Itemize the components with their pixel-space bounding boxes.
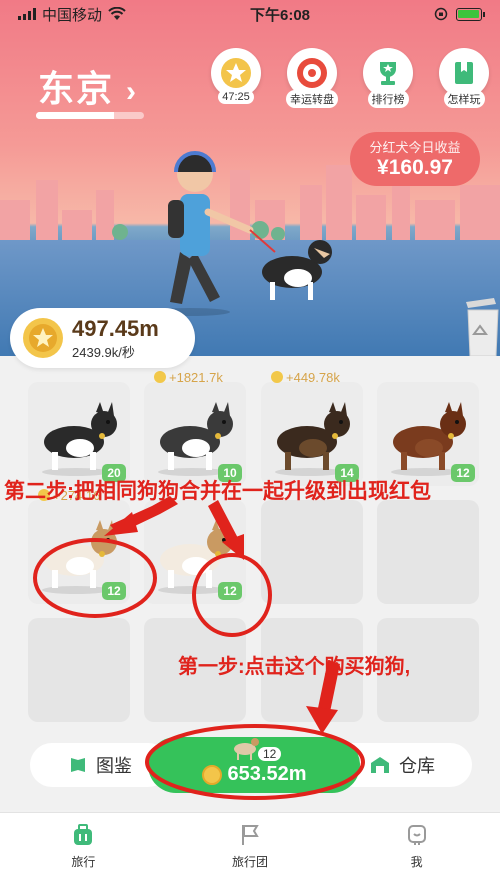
coin-icon xyxy=(23,318,63,358)
coin-total: 497.45m xyxy=(72,315,159,341)
catalog-label: 图鉴 xyxy=(96,756,132,776)
status-right xyxy=(434,7,485,21)
carrier-label: 中国移动 xyxy=(42,6,103,24)
buy-price: 653.52m xyxy=(148,763,360,786)
person-icon xyxy=(407,825,426,845)
hero-scene: 东京 › 47:25 幸运转盘 排行榜 怎样玩 分红犬今日收益 ¥160.97 xyxy=(0,0,500,360)
recycle-bin-icon[interactable] xyxy=(460,290,500,356)
greyhound-icon xyxy=(234,738,259,760)
buy-level-badge: 12 xyxy=(258,747,282,761)
earning-popup: +1821.7k xyxy=(154,370,223,385)
signal-icon xyxy=(18,8,36,20)
carrier-group: 中国移动 xyxy=(18,4,126,25)
earning-value: +1821.7k xyxy=(169,370,223,385)
coin-rate: 2439.9k/秒 xyxy=(72,344,135,360)
timer-label: 47:25 xyxy=(218,90,254,104)
city-progress-bar xyxy=(36,112,144,119)
lucky-wheel-label: 幸运转盘 xyxy=(286,90,338,108)
orientation-lock-icon xyxy=(434,7,448,21)
chevron-right-icon: › xyxy=(126,75,139,108)
leaderboard-label: 排行榜 xyxy=(367,90,409,108)
how-to-play-label: 怎样玩 xyxy=(443,90,485,108)
tab-me[interactable]: 我 xyxy=(333,813,500,877)
action-bar: 图鉴 仓库 12 653.52m xyxy=(0,735,500,797)
board-cell-collie[interactable]: 20 xyxy=(28,382,130,486)
city-progress-fill xyxy=(36,112,114,119)
coin-balance-card: 497.45m 2439.9k/秒 xyxy=(10,308,195,368)
status-bar: 中国移动 下午6:08 xyxy=(0,0,500,28)
walker-illustration xyxy=(150,151,332,316)
lucky-wheel-button[interactable]: 幸运转盘 xyxy=(284,48,340,108)
city-title[interactable]: 东京 › xyxy=(38,60,138,112)
tab-tour-group[interactable]: 旅行团 xyxy=(167,813,334,877)
dividend-amount: ¥160.97 xyxy=(377,156,453,179)
board-cell-empty[interactable] xyxy=(261,500,363,604)
board-cell-greyhound[interactable]: 12 +274.16 xyxy=(28,488,130,604)
flag-icon xyxy=(242,825,259,845)
timer-button[interactable]: 47:25 xyxy=(208,48,264,108)
leaderboard-button[interactable]: 排行榜 xyxy=(360,48,416,108)
level-badge: 12 xyxy=(218,582,242,600)
buy-price-value: 653.52m xyxy=(227,763,307,785)
board-cell-husky[interactable]: 10 +1821.7k xyxy=(144,370,246,486)
level-badge: 12 xyxy=(451,464,475,482)
coin-icon xyxy=(201,764,222,785)
wifi-icon xyxy=(108,7,126,20)
tab-me-label: 我 xyxy=(410,855,423,869)
dividend-earnings-button[interactable]: 分红犬今日收益 ¥160.97 xyxy=(350,132,480,186)
earning-value: +449.78k xyxy=(286,370,340,385)
level-badge: 12 xyxy=(102,582,126,600)
clock: 下午6:08 xyxy=(249,6,311,24)
board-cell-empty[interactable] xyxy=(28,618,130,722)
buy-dog-button[interactable]: 12 653.52m xyxy=(148,737,360,793)
tab-tour-group-label: 旅行团 xyxy=(232,855,269,869)
how-to-play-button[interactable]: 怎样玩 xyxy=(436,48,492,108)
warehouse-label: 仓库 xyxy=(399,756,435,776)
city-name: 东京 xyxy=(38,68,115,109)
coin-icon xyxy=(154,371,166,383)
board-cell-shiba[interactable]: 14 +449.78k xyxy=(261,370,363,486)
suitcase-icon xyxy=(74,824,93,845)
tab-bar: 旅行 旅行团 我 xyxy=(0,812,500,877)
dividend-title: 分红犬今日收益 xyxy=(369,140,461,155)
tab-travel-label: 旅行 xyxy=(71,855,96,869)
coin-icon xyxy=(271,371,283,383)
annotation-step-two: 第二步:把相同狗狗合并在一起升级到出现红包 xyxy=(4,480,431,503)
earning-popup: +449.78k xyxy=(271,370,340,385)
board-cell-greyhound[interactable]: 12 xyxy=(144,500,246,604)
board-cell-empty[interactable] xyxy=(377,500,479,604)
battery-icon xyxy=(455,7,485,21)
catalog-icon xyxy=(71,758,85,772)
board-cell-dachshund[interactable]: 12 xyxy=(377,382,479,486)
annotation-step-one: 第一步:点击这个购买狗狗, xyxy=(178,656,411,678)
warehouse-icon xyxy=(371,757,389,773)
top-icon-row: 47:25 幸运转盘 排行榜 怎样玩 xyxy=(208,48,492,108)
tab-travel[interactable]: 旅行 xyxy=(0,813,167,877)
